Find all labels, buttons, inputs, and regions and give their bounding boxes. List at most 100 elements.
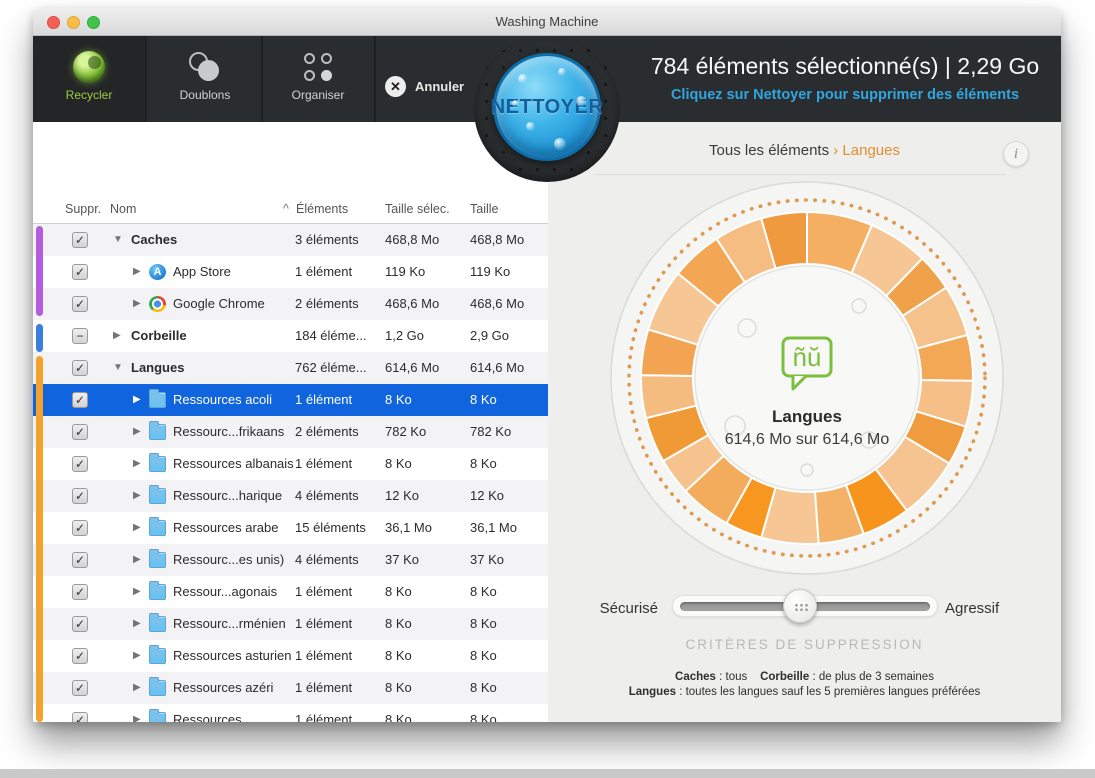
desktop-bottom-strip [0,769,1095,778]
svg-text:614,6 Mo sur 614,6 Mo: 614,6 Mo sur 614,6 Mo [725,431,890,448]
breadcrumb[interactable]: Tous les éléments › Langues [548,142,1061,159]
row-name: Ressourc...rménien [173,608,286,640]
table-row[interactable]: ✓▶Ressources albanais1 élément8 Ko8 Ko [33,448,548,480]
row-checkbox[interactable]: ✓ [72,360,88,376]
organiser-icon [303,52,333,82]
row-selected-size: 8 Ko [385,640,412,672]
row-checkbox[interactable]: ✓ [72,264,88,280]
row-elements-count: 184 éléme... [295,320,367,352]
row-selected-size: 8 Ko [385,384,412,416]
detail-panel: Tous les éléments › Langues i [548,122,1061,722]
row-total-size: 8 Ko [470,640,497,672]
col-nom[interactable]: Nom [110,202,136,216]
table-row[interactable]: ✓▶Ressources asturien1 élément8 Ko8 Ko [33,640,548,672]
disclosure-triangle-icon[interactable]: ▶ [133,416,141,448]
recycler-icon [73,51,105,83]
row-total-size: 8 Ko [470,704,497,722]
row-checkbox[interactable]: ✓ [72,680,88,696]
disclosure-triangle-icon[interactable]: ▶ [133,704,141,722]
disclosure-triangle-icon[interactable]: ▶ [133,544,141,576]
row-selected-size: 8 Ko [385,704,412,722]
disclosure-triangle-icon[interactable]: ▶ [133,288,141,320]
row-checkbox[interactable]: ✓ [72,488,88,504]
row-elements-count: 4 éléments [295,480,359,512]
row-selected-size: 782 Ko [385,416,426,448]
disclosure-triangle-icon[interactable]: ▶ [133,608,141,640]
row-total-size: 2,9 Go [470,320,509,352]
svg-text:Langues: Langues [772,407,842,426]
row-checkbox[interactable]: ✓ [72,712,88,722]
table-row[interactable]: ✓▶Ressourc...rménien1 élément8 Ko8 Ko [33,608,548,640]
table-row[interactable]: ✓▶Ressources azéri1 élément8 Ko8 Ko [33,672,548,704]
annuler-button[interactable]: ✕ Annuler [385,74,464,98]
slider-handle[interactable] [783,589,817,623]
row-name: Ressources acoli [173,384,272,416]
row-name: Ressources albanais [173,448,294,480]
row-checkbox[interactable]: ✓ [72,616,88,632]
breadcrumb-separator-icon: › [833,142,838,159]
disclosure-triangle-icon[interactable]: ▶ [133,384,141,416]
disclosure-triangle-icon[interactable]: ▶ [113,320,121,352]
disclosure-triangle-icon[interactable]: ▶ [133,480,141,512]
row-selected-size: 36,1 Mo [385,512,432,544]
table-row[interactable]: −▶Corbeille184 éléme...1,2 Go2,9 Go [33,320,548,352]
row-checkbox[interactable]: ✓ [72,456,88,472]
table-row[interactable]: ✓▶Ressources acoli1 élément8 Ko8 Ko [33,384,548,416]
row-checkbox[interactable]: ✓ [72,648,88,664]
table-row[interactable]: ✓▶AApp Store1 élément119 Ko119 Ko [33,256,548,288]
row-selected-size: 8 Ko [385,448,412,480]
recycler-label: Recycler [33,88,145,102]
row-elements-count: 1 élément [295,640,352,672]
zoom-window-button[interactable] [87,16,100,29]
disclosure-triangle-icon[interactable]: ▶ [133,640,141,672]
table-row[interactable]: ✓▶Google Chrome2 éléments468,6 Mo468,6 M… [33,288,548,320]
disclosure-triangle-icon[interactable]: ▶ [133,256,141,288]
row-total-size: 8 Ko [470,608,497,640]
divider [596,174,1006,175]
nettoyer-hint-link[interactable]: Cliquez sur Nettoyer pour supprimer des … [633,87,1057,103]
col-elements[interactable]: Éléments [296,202,348,216]
table-row[interactable]: ✓▼Caches3 éléments468,8 Mo468,8 Mo [33,224,548,256]
disclosure-triangle-icon[interactable]: ▶ [133,576,141,608]
row-total-size: 8 Ko [470,384,497,416]
row-name: Ressources [173,704,242,722]
col-suppr[interactable]: Suppr. [65,202,101,216]
row-checkbox[interactable]: − [72,328,88,344]
recycler-button[interactable]: Recycler [33,36,147,122]
disclosure-triangle-icon[interactable]: ▼ [113,352,123,384]
row-checkbox[interactable]: ✓ [72,552,88,568]
table-row[interactable]: ✓▶Ressources arabe15 éléments36,1 Mo36,1… [33,512,548,544]
col-taille[interactable]: Taille [470,202,499,216]
breadcrumb-root[interactable]: Tous les éléments [709,142,829,159]
row-name: Caches [131,224,177,256]
col-taille-selec[interactable]: Taille sélec. [385,202,450,216]
row-checkbox[interactable]: ✓ [72,584,88,600]
minimize-window-button[interactable] [67,16,80,29]
row-checkbox[interactable]: ✓ [72,424,88,440]
table-row[interactable]: ✓▶Ressourc...frikaans2 éléments782 Ko782… [33,416,548,448]
doublons-button[interactable]: Doublons [149,36,263,122]
row-checkbox[interactable]: ✓ [72,232,88,248]
row-checkbox[interactable]: ✓ [72,392,88,408]
row-checkbox[interactable]: ✓ [72,296,88,312]
disclosure-triangle-icon[interactable]: ▶ [133,512,141,544]
disclosure-triangle-icon[interactable]: ▼ [113,224,123,256]
row-checkbox[interactable]: ✓ [72,520,88,536]
row-total-size: 8 Ko [470,448,497,480]
table-row[interactable]: ✓▶Ressour...agonais1 élément8 Ko8 Ko [33,576,548,608]
close-window-button[interactable] [47,16,60,29]
organiser-button[interactable]: Organiser [262,36,376,122]
table-row[interactable]: ✓▶Ressourc...harique4 éléments12 Ko12 Ko [33,480,548,512]
disclosure-triangle-icon[interactable]: ▶ [133,448,141,480]
row-name: Ressources arabe [173,512,279,544]
nettoyer-button[interactable]: NETTOYER [493,53,601,161]
table-row[interactable]: ✓▶Ressourc...es unis)4 éléments37 Ko37 K… [33,544,548,576]
aggressiveness-slider-row: Sécurisé Agressif [548,592,1061,628]
folder-icon [149,392,166,408]
table-row[interactable]: ✓▶Ressources1 élément8 Ko8 Ko [33,704,548,722]
table-row[interactable]: ✓▼Langues762 éléme...614,6 Mo614,6 Mo [33,352,548,384]
slider-track[interactable] [680,602,930,611]
folder-icon [149,424,166,440]
disclosure-triangle-icon[interactable]: ▶ [133,672,141,704]
info-icon[interactable]: i [1003,141,1029,167]
